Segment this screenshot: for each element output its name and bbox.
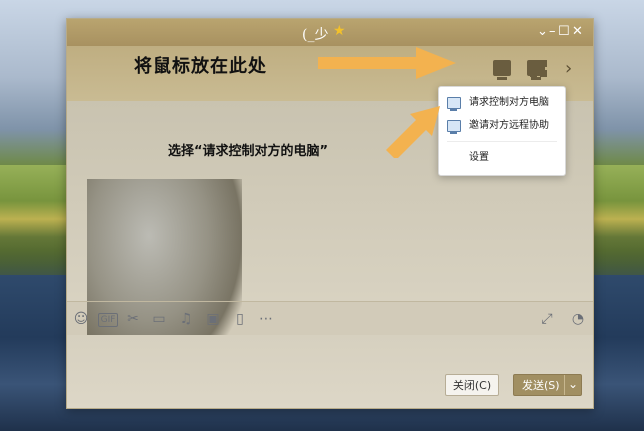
annotation-select-hint: 选择“请求控制对方的电脑” bbox=[168, 144, 329, 159]
message-input[interactable] bbox=[67, 335, 593, 408]
more-icon[interactable]: ⋯ bbox=[258, 311, 274, 327]
send-label: 发送(S) bbox=[522, 379, 560, 392]
screen-share-icon[interactable] bbox=[493, 60, 511, 80]
phone-icon[interactable]: ▯ bbox=[232, 311, 248, 327]
remote-assist-menu: 请求控制对方电脑 邀请对方远程协助 设置 bbox=[438, 86, 566, 176]
chevron-right-icon[interactable]: › bbox=[565, 58, 572, 79]
title-bar[interactable]: (_少 ★ ⌄ – ☐ ✕ bbox=[67, 19, 593, 46]
folder-icon[interactable]: ▭ bbox=[151, 311, 167, 327]
gif-icon[interactable]: GIF bbox=[98, 313, 118, 327]
menu-item-label: 设置 bbox=[469, 152, 489, 163]
expand-icon[interactable]: ⤢ bbox=[539, 311, 555, 327]
close-button[interactable]: 关闭(C) bbox=[445, 374, 499, 396]
apps-grid-icon[interactable] bbox=[530, 60, 548, 78]
menu-item-settings[interactable]: 设置 bbox=[447, 148, 557, 168]
menu-item-label: 邀请对方远程协助 bbox=[469, 120, 549, 131]
menu-separator bbox=[447, 141, 557, 142]
remote-assist-icon bbox=[447, 120, 461, 134]
send-button[interactable]: 发送(S) bbox=[513, 373, 582, 396]
chevron-down-icon[interactable]: ⌄ bbox=[537, 23, 548, 41]
close-icon[interactable]: ✕ bbox=[572, 23, 583, 41]
maximize-icon[interactable]: ☐ bbox=[558, 23, 570, 41]
music-icon[interactable]: ♫ bbox=[178, 311, 194, 327]
annotation-hover-hint: 将鼠标放在此处 bbox=[134, 56, 267, 77]
clock-icon[interactable]: ◔ bbox=[570, 311, 586, 327]
emoji-icon[interactable]: ☺ bbox=[73, 311, 89, 327]
input-toolbar: ☺ GIF ✂ ▭ ♫ ▣ ▯ ⋯ ⤢ ◔ bbox=[67, 301, 593, 336]
menu-item-label: 请求控制对方电脑 bbox=[469, 97, 549, 108]
annotation-arrow-right bbox=[318, 47, 456, 79]
remote-control-icon bbox=[447, 97, 461, 111]
send-options-button[interactable] bbox=[564, 373, 581, 395]
window-title: (_少 bbox=[302, 27, 329, 43]
minimize-icon[interactable]: – bbox=[549, 23, 556, 41]
menu-item-request-control[interactable]: 请求控制对方电脑 bbox=[447, 93, 557, 113]
star-icon: ★ bbox=[333, 23, 346, 39]
menu-item-invite-assist[interactable]: 邀请对方远程协助 bbox=[447, 116, 557, 136]
scissors-icon[interactable]: ✂ bbox=[125, 311, 141, 327]
image-icon[interactable]: ▣ bbox=[205, 311, 221, 327]
annotation-arrow-upright bbox=[386, 106, 440, 158]
